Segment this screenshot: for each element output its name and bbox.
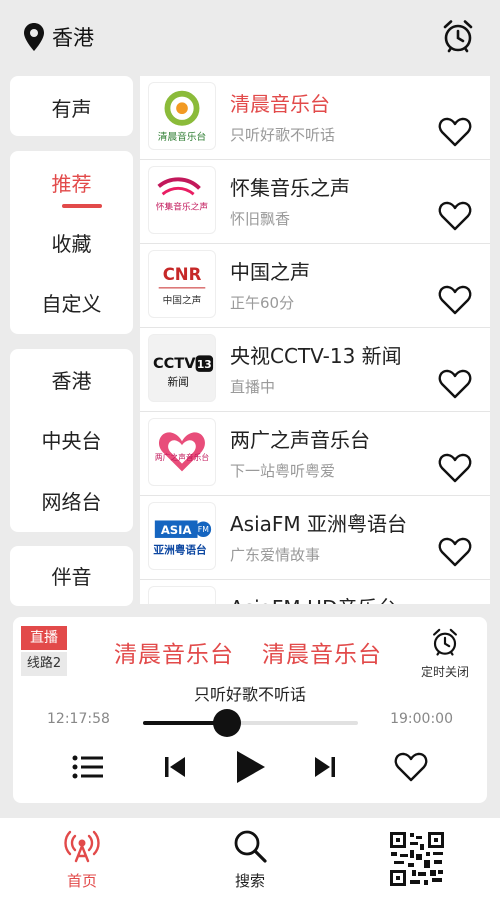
station-logo-number: 13: [197, 358, 212, 371]
station-program: 下一站粤听粤爱: [230, 462, 336, 480]
route-button[interactable]: 线路2: [21, 652, 67, 676]
heart-icon[interactable]: [438, 368, 472, 400]
station-program: 只听好歌不听话: [230, 126, 336, 144]
station-program: 直播中: [230, 378, 276, 396]
station-name: 中国之声: [230, 260, 310, 284]
station-logo-subtext: 新闻: [167, 375, 188, 388]
menu-item-custom[interactable]: 自定义: [10, 288, 133, 317]
alarm-clock-icon[interactable]: [440, 18, 476, 54]
active-indicator: [62, 204, 102, 208]
menu-item-central[interactable]: 中央台: [10, 425, 133, 454]
heart-icon[interactable]: [438, 536, 472, 568]
heart-icon[interactable]: [438, 116, 472, 148]
menu-item-recommended[interactable]: 推荐: [10, 168, 133, 197]
station-name: 两广之声音乐台: [230, 428, 370, 452]
station-logo: CCTV 13 新闻: [148, 334, 216, 402]
next-icon[interactable]: [313, 749, 337, 785]
station-row[interactable]: CNR 中国之声 中国之声 正午60分: [140, 244, 490, 328]
bottom-nav: 首页 搜索: [0, 818, 500, 902]
sleep-timer-button[interactable]: 定时关闭: [417, 627, 473, 680]
station-name: 怀集音乐之声: [230, 176, 350, 200]
station-program: 广东爱情故事: [230, 546, 321, 564]
menu-item-internet[interactable]: 网络台: [10, 486, 133, 515]
station-row[interactable]: CCTV 13 新闻 央视CCTV-13 新闻 直播中: [140, 328, 490, 412]
menu-item-accompany[interactable]: 伴音: [10, 561, 133, 590]
menu-group-accompany: 伴音: [10, 546, 133, 606]
station-logo: CNR 中国之声: [148, 250, 216, 318]
sleep-timer-label: 定时关闭: [420, 665, 469, 679]
station-logo: 怀集音乐之声: [148, 166, 216, 234]
time-end: 19:00:00: [390, 711, 453, 727]
time-start: 12:17:58: [47, 711, 110, 727]
station-program: 正午60分: [230, 294, 295, 312]
station-logo-fm: FM: [198, 525, 209, 534]
heart-icon[interactable]: [438, 284, 472, 316]
station-name: AsiaFM HD音乐台: [230, 592, 397, 604]
now-playing-title-1: 清晨音乐台: [114, 642, 234, 668]
location-label: 香港: [52, 26, 94, 50]
menu-group-audio: 有声: [10, 76, 133, 136]
station-logo-text: CCTV: [153, 355, 196, 372]
qr-code-icon[interactable]: [388, 830, 446, 888]
menu-group-main: 推荐 收藏 自定义: [10, 151, 133, 334]
previous-icon[interactable]: [163, 749, 187, 785]
station-logo: ASIA FM 亚洲粤语台: [148, 502, 216, 570]
station-row[interactable]: AsiaFM HD音乐台: [140, 580, 490, 604]
now-playing-title-2: 清晨音乐台: [262, 642, 382, 668]
top-bar: 香港: [0, 0, 500, 72]
now-playing-program: 只听好歌不听话: [193, 685, 306, 704]
station-list[interactable]: 清晨音乐台 清晨音乐台 只听好歌不听话 怀集音乐之声 怀集音乐之声 怀旧飘香 C…: [140, 76, 490, 604]
station-program: 怀旧飘香: [230, 210, 291, 228]
playlist-icon[interactable]: [71, 749, 105, 785]
station-logo-text: 两广之声音乐台: [155, 452, 210, 462]
nav-home[interactable]: 首页: [42, 828, 122, 891]
station-logo-text: 清晨音乐台: [158, 130, 206, 143]
nav-search[interactable]: 搜索: [210, 828, 290, 891]
search-icon: [234, 830, 267, 863]
station-name: 清晨音乐台: [230, 92, 330, 116]
menu-item-audio[interactable]: 有声: [10, 93, 133, 122]
station-row[interactable]: ASIA FM 亚洲粤语台 AsiaFM 亚洲粤语台 广东爱情故事: [140, 496, 490, 580]
nav-search-label: 搜索: [234, 872, 265, 890]
heart-icon[interactable]: [394, 749, 428, 785]
location-pin-icon: [24, 23, 44, 51]
nav-home-label: 首页: [66, 872, 97, 890]
progress-slider[interactable]: [143, 709, 358, 737]
alarm-clock-icon: [433, 628, 457, 656]
progress-knob[interactable]: [212, 709, 241, 737]
play-icon[interactable]: [233, 749, 267, 785]
station-logo: 清晨音乐台: [148, 82, 216, 150]
menu-item-favorites[interactable]: 收藏: [10, 228, 133, 257]
menu-group-regions: 香港 中央台 网络台: [10, 349, 133, 532]
station-row[interactable]: 怀集音乐之声 怀集音乐之声 怀旧飘香: [140, 160, 490, 244]
radio-broadcast-icon: [64, 830, 100, 863]
menu-item-hongkong[interactable]: 香港: [10, 365, 133, 394]
station-logo-text: ASIA: [161, 523, 192, 537]
live-badge: 直播: [21, 626, 67, 650]
station-logo-subtext: 亚洲粤语台: [153, 543, 207, 556]
station-logo-subtext: 中国之声: [163, 293, 202, 306]
station-row[interactable]: 清晨音乐台 清晨音乐台 只听好歌不听话: [140, 76, 490, 160]
heart-icon[interactable]: [438, 200, 472, 232]
station-logo: [148, 586, 216, 604]
station-logo-text: 怀集音乐之声: [156, 201, 209, 213]
now-playing-title: 清晨音乐台 清晨音乐台: [83, 635, 413, 669]
heart-icon[interactable]: [438, 452, 472, 484]
station-name: AsiaFM 亚洲粤语台: [230, 512, 408, 536]
station-logo-text: CNR: [163, 265, 202, 284]
location-selector[interactable]: 香港: [22, 22, 94, 52]
player-panel: 直播 线路2 清晨音乐台 清晨音乐台 定时关闭 只听好歌不听话 12:17:58 …: [13, 617, 487, 803]
station-name: 央视CCTV-13 新闻: [230, 344, 402, 368]
station-row[interactable]: 两广之声音乐台 两广之声音乐台 下一站粤听粤爱: [140, 412, 490, 496]
station-logo: 两广之声音乐台: [148, 418, 216, 486]
